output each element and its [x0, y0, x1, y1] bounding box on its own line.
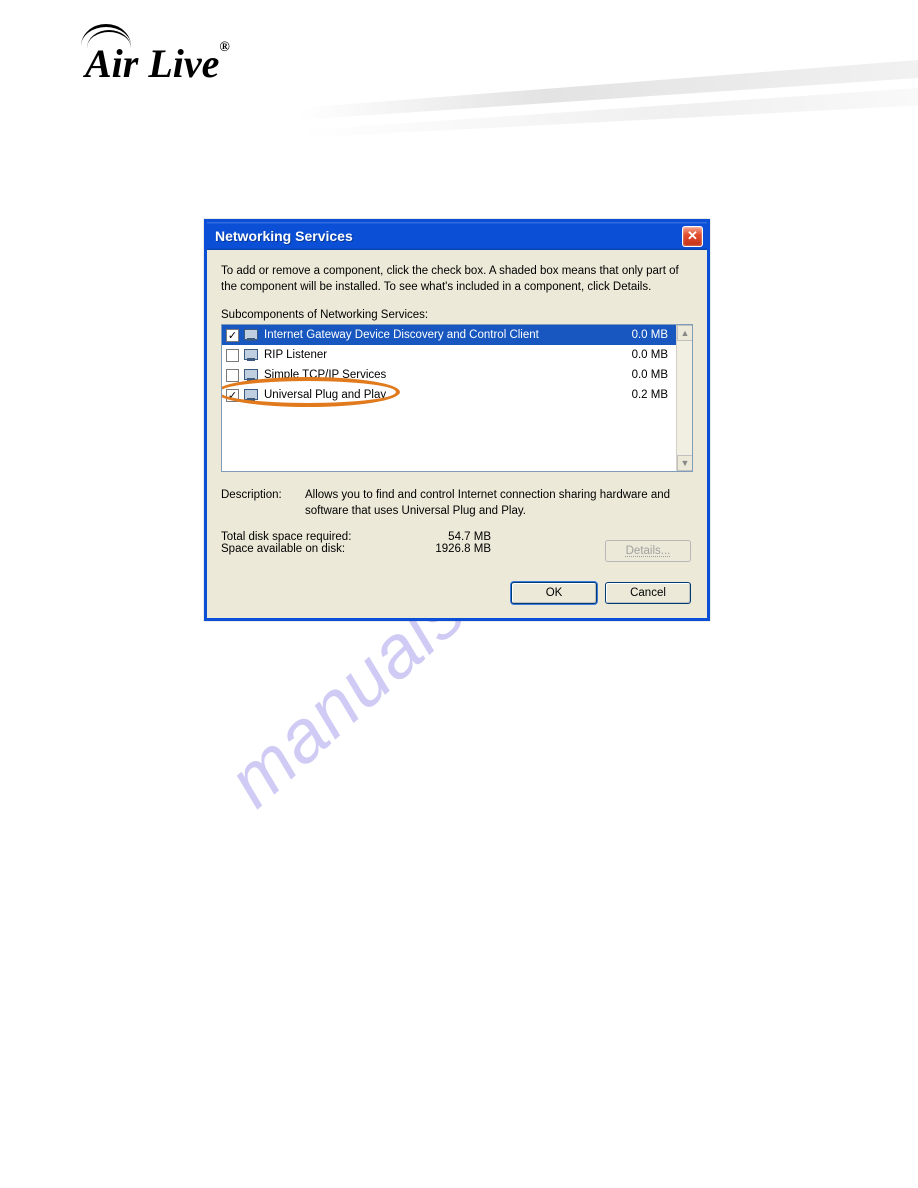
network-component-icon [244, 368, 260, 382]
list-item[interactable]: Simple TCP/IP Services0.0 MB [222, 365, 692, 385]
document-page: Air Live® manualshive.com Networking Ser… [0, 0, 918, 1188]
checkbox[interactable]: ✓ [226, 329, 239, 342]
total-space-value: 54.7 MB [401, 531, 491, 543]
ok-button[interactable]: OK [511, 582, 597, 604]
total-space-label: Total disk space required: [221, 531, 401, 543]
item-name: Universal Plug and Play [264, 389, 612, 401]
dialog-title: Networking Services [215, 228, 353, 244]
item-size: 0.2 MB [612, 389, 672, 401]
item-name: Internet Gateway Device Discovery and Co… [264, 329, 612, 341]
subcomponents-label: Subcomponents of Networking Services: [221, 309, 693, 321]
scroll-down-icon[interactable]: ▼ [677, 455, 693, 471]
networking-services-dialog: Networking Services ✕ To add or remove a… [204, 219, 710, 621]
dialog-instructions: To add or remove a component, click the … [221, 264, 693, 295]
description-label: Description: [221, 488, 305, 519]
item-size: 0.0 MB [612, 329, 672, 341]
scroll-up-icon[interactable]: ▲ [677, 325, 693, 341]
item-size: 0.0 MB [612, 369, 672, 381]
description-text: Allows you to find and control Internet … [305, 488, 693, 519]
brand-logo: Air Live® [85, 40, 230, 87]
details-button: Details... [605, 540, 691, 562]
cancel-button[interactable]: Cancel [605, 582, 691, 604]
available-space-label: Space available on disk: [221, 543, 401, 555]
close-button[interactable]: ✕ [682, 226, 703, 247]
list-item[interactable]: ✓ Internet Gateway Device Discovery and C… [222, 325, 692, 345]
checkbox[interactable]: ✓ [226, 389, 239, 402]
network-component-icon [244, 348, 260, 362]
checkbox[interactable] [226, 349, 239, 362]
header-swoosh-graphic [298, 60, 918, 150]
list-item[interactable]: ✓ Universal Plug and Play0.2 MB [222, 385, 692, 405]
listbox-scrollbar[interactable]: ▲ ▼ [676, 325, 692, 471]
close-icon: ✕ [687, 229, 698, 242]
subcomponents-listbox[interactable]: ✓ Internet Gateway Device Discovery and C… [221, 324, 693, 472]
available-space-value: 1926.8 MB [401, 543, 491, 555]
item-size: 0.0 MB [612, 349, 672, 361]
dialog-titlebar: Networking Services ✕ [207, 222, 707, 250]
item-name: Simple TCP/IP Services [264, 369, 612, 381]
checkbox[interactable] [226, 369, 239, 382]
list-item[interactable]: RIP Listener0.0 MB [222, 345, 692, 365]
dialog-body: To add or remove a component, click the … [207, 250, 707, 567]
network-component-icon [244, 388, 260, 402]
network-component-icon [244, 328, 260, 342]
item-name: RIP Listener [264, 349, 612, 361]
